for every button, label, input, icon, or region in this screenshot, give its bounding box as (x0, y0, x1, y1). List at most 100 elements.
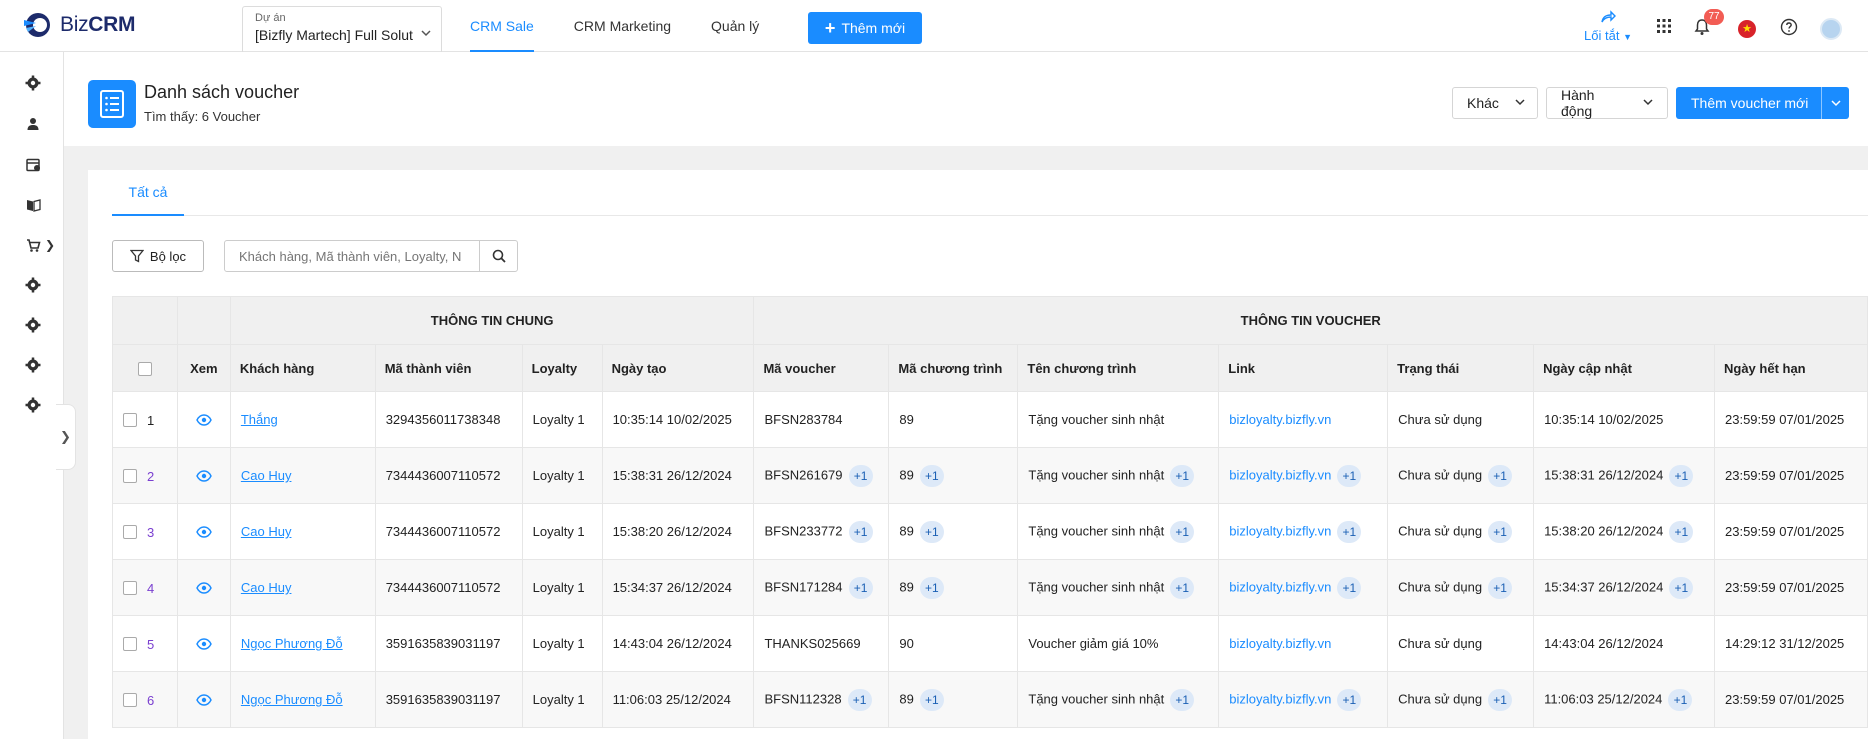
eye-icon[interactable] (188, 637, 220, 650)
more-count-badge[interactable]: +1 (848, 464, 873, 487)
gear-icon[interactable] (24, 276, 42, 294)
view-cell (176, 503, 231, 560)
table-row[interactable]: 3 Cao Huy 7344436007110572 Loyalty 1 15:38:2… (112, 503, 1868, 560)
customer-link[interactable]: Cao Huy (241, 580, 292, 595)
table-row[interactable]: 6 Ngọc Phương Đỗ 3591635839031197 Loyalty 1… (112, 671, 1868, 728)
more-count-badge[interactable]: +1 (847, 688, 872, 711)
voucher-link[interactable]: bizloyalty.bizfly.vn (1229, 691, 1331, 706)
column-header[interactable]: Link (1218, 344, 1389, 392)
eye-icon[interactable] (188, 581, 220, 594)
search-button[interactable] (479, 241, 517, 271)
more-count-badge[interactable]: +1 (1669, 576, 1694, 599)
action-dropdown-button[interactable]: Hành động (1546, 87, 1668, 119)
shortcut-menu[interactable]: Lối tắt ▼ (1578, 10, 1638, 43)
help-icon[interactable] (1780, 18, 1798, 36)
more-count-badge[interactable]: +1 (919, 688, 944, 711)
more-count-badge[interactable]: +1 (1170, 576, 1195, 599)
more-count-badge[interactable]: +1 (919, 576, 944, 599)
more-count-badge[interactable]: +1 (1488, 688, 1513, 711)
table-row[interactable]: 1 Thắng 3294356011738348 Loyalty 1 10:35:14 … (112, 391, 1868, 448)
voucher-link[interactable]: bizloyalty.bizfly.vn (1229, 579, 1331, 594)
nav-crm-sale[interactable]: CRM Sale (470, 0, 534, 53)
customer-link[interactable]: Cao Huy (241, 524, 292, 539)
customer-link[interactable]: Thắng (241, 412, 278, 427)
avatar[interactable] (1820, 18, 1842, 40)
row-checkbox[interactable] (123, 693, 137, 708)
column-header[interactable]: Khách hàng (229, 344, 376, 392)
more-count-badge[interactable]: +1 (1488, 520, 1513, 543)
filter-button[interactable]: Bộ lọc (112, 240, 204, 272)
more-count-badge[interactable]: +1 (919, 520, 944, 543)
book-icon[interactable] (24, 196, 42, 214)
row-checkbox[interactable] (123, 413, 137, 428)
add-new-label: Thêm mới (841, 20, 906, 36)
eye-icon[interactable] (188, 413, 220, 426)
tab-all[interactable]: Tất cả (112, 170, 184, 216)
voucher-link[interactable]: bizloyalty.bizfly.vn (1229, 467, 1331, 482)
more-count-badge[interactable]: +1 (1170, 464, 1195, 487)
column-header[interactable]: Ngày tạo (601, 344, 755, 392)
logo[interactable]: BizCRM (22, 10, 136, 40)
apps-grid-icon[interactable] (1656, 18, 1674, 36)
search-input[interactable] (225, 241, 479, 271)
chevron-down-icon[interactable] (1821, 87, 1849, 119)
column-header[interactable]: Loyalty (521, 344, 603, 392)
table-row[interactable]: 4 Cao Huy 7344436007110572 Loyalty 1 15:34:3… (112, 559, 1868, 616)
row-checkbox[interactable] (123, 581, 137, 596)
more-count-badge[interactable]: +1 (1337, 464, 1362, 487)
row-checkbox[interactable] (123, 525, 137, 540)
calendar-icon[interactable] (24, 155, 42, 173)
row-checkbox[interactable] (123, 637, 137, 652)
eye-icon[interactable] (188, 693, 220, 706)
column-header[interactable]: Mã thành viên (374, 344, 523, 392)
more-count-badge[interactable]: +1 (1669, 520, 1694, 543)
more-count-badge[interactable]: +1 (1488, 576, 1513, 599)
other-dropdown-button[interactable]: Khác (1452, 87, 1538, 119)
customer-link[interactable]: Ngọc Phương Đỗ (241, 636, 343, 651)
add-new-button[interactable]: + Thêm mới (808, 12, 922, 44)
more-count-badge[interactable]: +1 (1170, 520, 1195, 543)
project-selector[interactable]: Dự án [Bizfly Martech] Full Solut (242, 6, 442, 54)
eye-icon[interactable] (188, 469, 220, 482)
more-count-badge[interactable]: +1 (1337, 576, 1362, 599)
table-row[interactable]: 5 Ngọc Phương Đỗ 3591635839031197 Loyalty 1… (112, 615, 1868, 672)
gear-icon[interactable] (24, 396, 42, 414)
column-header[interactable]: Trạng thái (1387, 344, 1535, 392)
more-count-badge[interactable]: +1 (919, 464, 944, 487)
sidebar-toggle[interactable]: ❯ (56, 404, 76, 470)
table-row[interactable]: 2 Cao Huy 7344436007110572 Loyalty 1 15:38:3… (112, 447, 1868, 504)
column-header[interactable]: Mã chương trình (888, 344, 1019, 392)
more-count-badge[interactable]: +1 (1488, 464, 1513, 487)
user-icon[interactable] (24, 115, 42, 133)
more-count-badge[interactable]: +1 (1170, 688, 1195, 711)
more-count-badge[interactable]: +1 (1337, 520, 1362, 543)
add-voucher-button[interactable]: Thêm voucher mới (1676, 87, 1849, 119)
nav-crm-marketing[interactable]: CRM Marketing (574, 0, 671, 52)
customer-link[interactable]: Cao Huy (241, 468, 292, 483)
more-count-badge[interactable]: +1 (848, 576, 873, 599)
gear-icon[interactable] (24, 356, 42, 374)
row-checkbox[interactable] (123, 469, 137, 484)
more-count-badge[interactable]: +1 (1669, 464, 1694, 487)
eye-icon[interactable] (188, 525, 220, 538)
column-header[interactable]: Mã voucher (753, 344, 890, 392)
more-count-badge[interactable]: +1 (1337, 688, 1362, 711)
voucher-link[interactable]: bizloyalty.bizfly.vn (1229, 636, 1331, 651)
more-count-badge[interactable]: +1 (1668, 688, 1693, 711)
vietnam-flag-icon[interactable]: ★ (1738, 20, 1756, 38)
gear-icon[interactable] (24, 74, 42, 92)
program-name-cell: Tặng voucher sinh nhật +1 (1017, 503, 1220, 560)
gear-icon[interactable] (24, 316, 42, 334)
nav-quan-ly[interactable]: Quản lý (711, 0, 759, 52)
column-header[interactable]: Ngày cập nhật (1533, 344, 1715, 392)
cart-icon[interactable] (24, 236, 42, 254)
column-header[interactable]: Tên chương trình (1017, 344, 1220, 392)
expires-cell: 23:59:59 07/01/2025 (1714, 447, 1868, 504)
voucher-link[interactable]: bizloyalty.bizfly.vn (1229, 412, 1331, 427)
column-header[interactable]: Ngày hết hạn (1714, 344, 1868, 392)
customer-link[interactable]: Ngọc Phương Đỗ (241, 692, 343, 707)
status-cell: Chưa sử dụng +1 (1387, 447, 1535, 504)
voucher-link[interactable]: bizloyalty.bizfly.vn (1229, 523, 1331, 538)
more-count-badge[interactable]: +1 (848, 520, 873, 543)
select-all-checkbox[interactable] (137, 361, 152, 376)
